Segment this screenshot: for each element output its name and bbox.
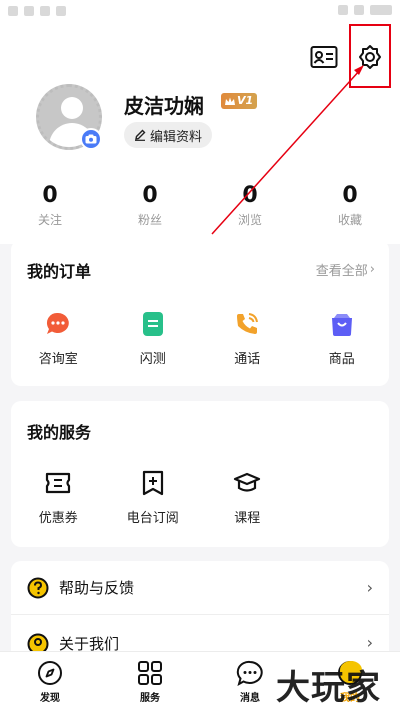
help-icon [27, 577, 49, 598]
stat-label: 关注 [37, 213, 62, 227]
nav-label: 服务 [140, 693, 160, 704]
help-feedback-row[interactable]: 帮助与反馈 › [11, 561, 389, 615]
service-item-radio[interactable]: 电台订阅 [106, 469, 201, 526]
stat-value: 0 [342, 183, 358, 208]
crown-icon [225, 97, 235, 105]
service-item-label: 课程 [234, 511, 261, 526]
order-item-consult[interactable]: 咨询室 [11, 310, 106, 367]
help-feedback-label: 帮助与反馈 [59, 579, 135, 597]
nav-discover[interactable]: 发现 [0, 652, 100, 711]
services-title: 我的服务 [27, 423, 92, 442]
chat-icon [44, 310, 72, 338]
stat-label: 浏览 [237, 213, 262, 227]
camera-icon[interactable] [80, 128, 102, 150]
stat-label: 粉丝 [137, 213, 162, 227]
service-item-label: 电台订阅 [126, 511, 179, 526]
bag-icon [328, 310, 356, 338]
phone-icon [233, 310, 261, 338]
stat-fans[interactable]: 0 粉丝 [100, 184, 200, 228]
about-us-label: 关于我们 [59, 635, 120, 651]
nav-services[interactable]: 服务 [100, 652, 200, 711]
stats-row: 0 关注 0 粉丝 0 浏览 0 收藏 [0, 184, 400, 228]
service-item-course[interactable]: 课程 [200, 469, 295, 526]
settings-highlight-box [349, 24, 391, 88]
pencil-icon [135, 129, 146, 141]
stat-views[interactable]: 0 浏览 [200, 184, 300, 228]
chevron-right-icon: › [366, 578, 373, 597]
order-item-label: 咨询室 [38, 352, 78, 367]
order-item-test[interactable]: 闪测 [106, 310, 201, 367]
service-item-coupon[interactable]: 优惠券 [11, 469, 106, 526]
vip-label: V1 [237, 94, 254, 107]
stat-value: 0 [142, 183, 158, 208]
status-system-icons [338, 5, 392, 15]
order-item-goods[interactable]: 商品 [295, 310, 390, 367]
order-item-label: 闪测 [139, 352, 166, 367]
chevron-right-icon: › [366, 633, 373, 651]
orders-title: 我的订单 [27, 262, 92, 281]
chevron-right-icon: › [369, 262, 375, 277]
stat-favorites[interactable]: 0 收藏 [300, 184, 400, 228]
view-all-label: 查看全部 [315, 264, 368, 279]
stat-value: 0 [42, 183, 58, 208]
about-icon [27, 633, 49, 651]
order-item-label: 通话 [234, 352, 261, 367]
id-card-icon[interactable] [308, 41, 340, 73]
order-item-label: 商品 [328, 352, 355, 367]
status-notification-icons [8, 6, 66, 16]
radio-subscribe-icon [139, 469, 167, 497]
nav-label: 发现 [40, 693, 60, 704]
compass-icon [38, 661, 62, 685]
orders-card: 我的订单 查看全部 › 咨询室 闪测 通话 商品 [11, 240, 389, 386]
username: 皮洁功娴 [124, 94, 204, 118]
course-icon [233, 469, 261, 497]
stat-value: 0 [242, 183, 258, 208]
service-item-label: 优惠券 [38, 511, 78, 526]
stat-label: 收藏 [337, 213, 362, 227]
nav-label: 消息 [240, 693, 260, 704]
edit-profile-button[interactable]: 编辑资料 [124, 122, 213, 148]
order-item-call[interactable]: 通话 [200, 310, 295, 367]
edit-profile-label: 编辑资料 [150, 129, 203, 145]
stat-following[interactable]: 0 关注 [0, 184, 100, 228]
coupon-icon [44, 469, 72, 497]
status-bar [0, 0, 400, 24]
watermark: 大玩家 [276, 668, 381, 708]
vip-badge: V1 [221, 93, 258, 109]
grid-icon [138, 661, 162, 685]
about-us-row[interactable]: 关于我们 › [11, 615, 389, 651]
view-all-link[interactable]: 查看全部 › [316, 260, 375, 279]
test-icon [139, 310, 167, 338]
services-card: 我的服务 优惠券 电台订阅 课程 [11, 401, 389, 547]
message-icon [236, 660, 263, 686]
